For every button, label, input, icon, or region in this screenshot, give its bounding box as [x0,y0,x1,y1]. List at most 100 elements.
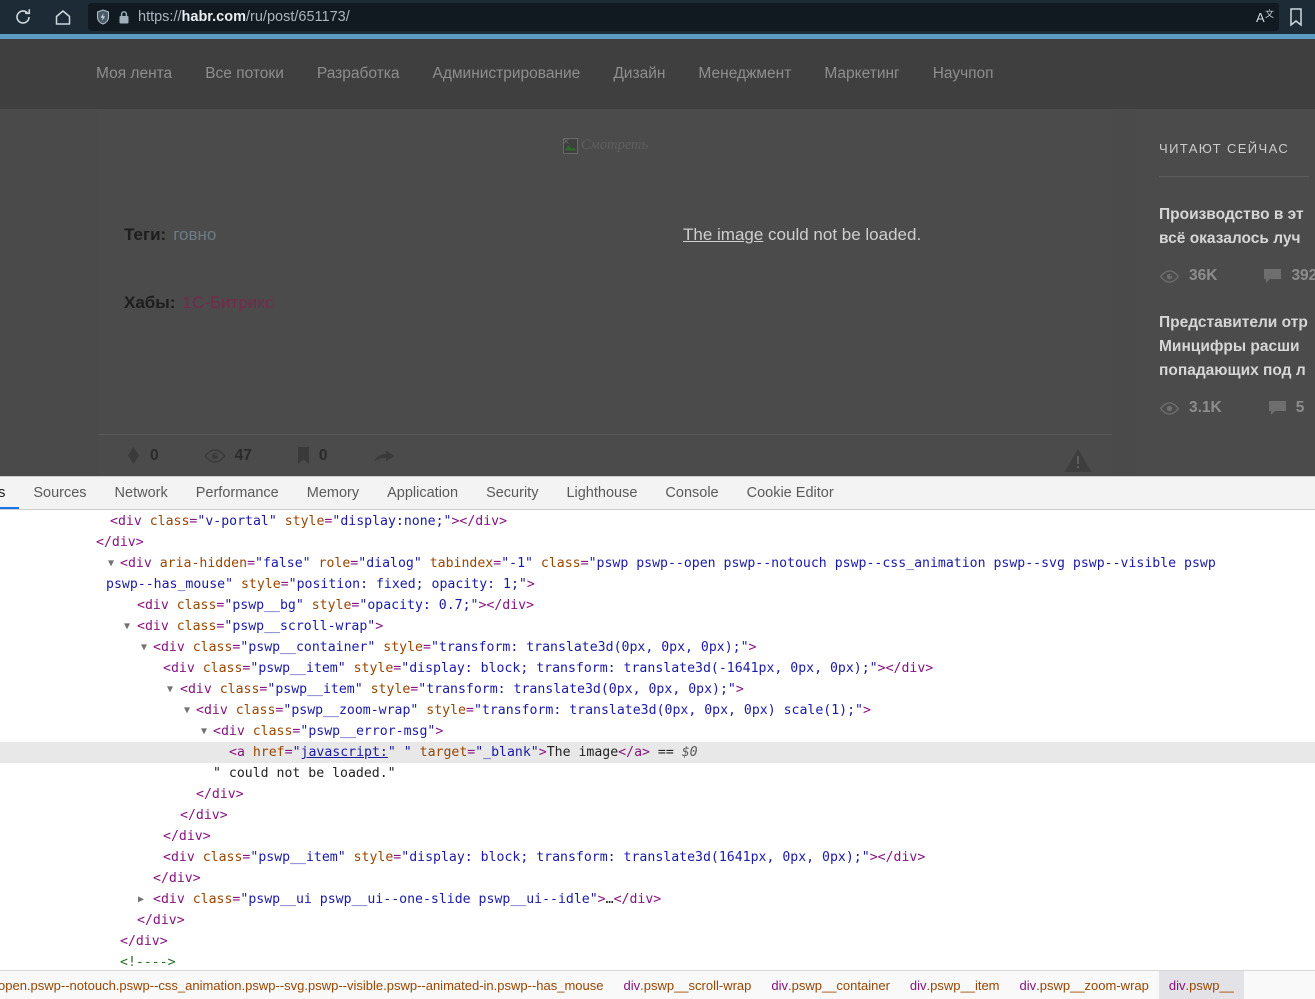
lock-icon[interactable] [118,10,130,25]
dom-node[interactable]: ▼ <div aria-hidden="false" role="dialog" … [0,553,1315,574]
devtools-tab-sources[interactable]: Sources [19,477,100,509]
site-nav-item-2[interactable]: Разработка [317,65,400,83]
sidebar-article-0[interactable]: Производство в эт всё оказалось луч 36K 3… [1159,203,1315,285]
chevron-right-icon[interactable]: ▶ [138,889,144,910]
dom-token-pun: > [135,535,144,550]
bookmark-stat[interactable]: 0 [297,447,328,465]
home-icon[interactable] [46,2,80,32]
dom-node[interactable]: </div> [0,784,1315,805]
dom-token-pun: < [180,682,188,697]
report-warning-button[interactable] [1063,447,1093,476]
sidebar-article-1[interactable]: Представители отр Минцифры расши попадающи… [1159,311,1315,417]
site-nav-item-6[interactable]: Маркетинг [824,65,899,83]
site-nav-item-0[interactable]: Моя лента [96,65,172,83]
site-nav-item-4[interactable]: Дизайн [613,65,665,83]
dom-token-pun: </ [137,913,153,928]
dom-node[interactable]: <div class="pswp__item" style="display: … [0,658,1315,679]
breadcrumb-item[interactable]: open.pswp--notouch.pswp--css_animation.p… [0,971,613,999]
dom-node-content: <div class="pswp__bg" style="opacity: 0.… [0,598,534,613]
sidebar-views-0[interactable]: 36K [1159,267,1217,285]
share-stat[interactable] [373,448,395,464]
devtools-tab-console[interactable]: Console [651,477,732,509]
dom-token-tag: div [144,598,169,613]
dom-token-pun: </ [163,829,179,844]
rating-stat[interactable]: 0 [126,447,159,465]
devtools-tab-security[interactable]: Security [472,477,552,509]
dom-node-content: <div class="pswp__error-msg"> [0,724,443,739]
chevron-down-icon[interactable]: ▼ [141,637,147,658]
bookmark-icon[interactable] [1281,0,1311,34]
dom-node[interactable]: " could not be loaded." [0,763,1315,784]
views-stat[interactable]: 47 [204,447,252,465]
tags-value[interactable]: говно [173,225,216,244]
dom-node[interactable]: <!----> [0,952,1315,970]
devtools-tab-memory[interactable]: Memory [293,477,373,509]
dom-token-val: "false" [255,556,311,571]
dom-node[interactable]: <div class="v-portal" style="display:non… [0,511,1315,532]
dom-node[interactable]: ▼ <div class="pswp__scroll-wrap"> [0,616,1315,637]
broken-image-placeholder[interactable]: Смотреть [562,137,648,154]
dom-token-pun: = [284,745,293,760]
sidebar-views-1[interactable]: 3.1K [1159,399,1222,417]
dom-node[interactable]: </div> [0,868,1315,889]
site-nav-item-1[interactable]: Все потоки [205,65,284,83]
breadcrumb-item[interactable]: div .pswp__scroll-wrap [613,971,761,999]
devtools-tab-application[interactable]: Application [373,477,472,509]
dom-token-txt: The image [546,745,619,760]
chevron-down-icon[interactable]: ▼ [124,616,130,637]
dom-node[interactable]: </div> [0,805,1315,826]
dom-token-val: "pswp__error-msg" [300,724,436,739]
dom-node[interactable]: ▶ <div class="pswp__ui pswp__ui--one-slid… [0,889,1315,910]
sidebar-comments-0[interactable]: 392 [1263,267,1315,285]
dom-node[interactable]: <div class="pswp__bg" style="opacity: 0.… [0,595,1315,616]
dom-node[interactable]: </div> [0,826,1315,847]
site-nav-item-7[interactable]: Научпоп [933,65,994,83]
chevron-down-icon[interactable]: ▼ [201,721,207,742]
devtools-tab-cookie-editor[interactable]: Cookie Editor [733,477,848,509]
site-nav-item-5[interactable]: Менеджмент [698,65,791,83]
devtools-tab-network[interactable]: Network [101,477,182,509]
shield-icon[interactable] [96,9,110,25]
dom-token-lnk[interactable]: javascript: [301,745,388,760]
dom-node[interactable]: ▼ <div class="pswp__zoom-wrap" style="tra… [0,700,1315,721]
dom-node-content: </div> [0,808,228,823]
dom-node[interactable]: <div class="pswp__item" style="display: … [0,847,1315,868]
bookmark-icon [297,447,309,464]
dom-node[interactable]: pswp--has_mouse" style="position: fixed;… [0,574,1315,595]
chevron-down-icon[interactable]: ▼ [167,679,173,700]
dom-node-content: </div> [0,787,244,802]
chevron-down-icon[interactable]: ▼ [108,553,114,574]
dom-token-pun: > [435,724,444,739]
dom-token-attr: href [244,745,285,760]
breadcrumb-classes: .pswp__item [926,977,1000,993]
dom-node-selected[interactable]: <a href="javascript:" " target="_blank">… [0,742,1315,763]
breadcrumb-item[interactable]: div .pswp__container [761,971,900,999]
sidebar-comments-1[interactable]: 5 + [1268,399,1315,417]
devtools-breadcrumb-bar: open.pswp--notouch.pswp--css_animation.p… [0,970,1315,999]
hubs-value[interactable]: 1С-Битрикс [182,293,273,312]
dom-node[interactable]: ▼ <div class="pswp__error-msg"> [0,721,1315,742]
devtools-tab-performance[interactable]: Performance [182,477,293,509]
url-bar[interactable]: https://habr.com/ru/post/651173/ [88,3,1279,31]
translate-icon[interactable]: A 文 [1251,0,1281,34]
devtools-tab-nts[interactable]: nts [0,477,20,509]
devtools-dom-tree[interactable]: <div class="v-portal" style="display:non… [0,510,1315,970]
dom-token-attr: class [532,556,581,571]
dom-token-sel0: $0 [681,745,698,760]
reload-icon[interactable] [6,2,40,32]
dom-node[interactable]: </div> [0,532,1315,553]
dom-node[interactable]: </div> [0,931,1315,952]
dom-token-pun: > [597,892,606,907]
site-nav-item-3[interactable]: Администрирование [433,65,581,83]
dom-node[interactable]: ▼ <div class="pswp__container" style="tra… [0,637,1315,658]
breadcrumb-item[interactable]: div .pswp__ [1158,971,1244,999]
image-error-link[interactable]: The image [683,225,763,244]
breadcrumb-item[interactable]: div .pswp__zoom-wrap [1010,971,1159,999]
dom-node[interactable]: </div> [0,910,1315,931]
dom-token-val: "pswp__bg" [224,598,304,613]
dom-node[interactable]: ▼ <div class="pswp__item" style="transfor… [0,679,1315,700]
devtools-tab-lighthouse[interactable]: Lighthouse [552,477,651,509]
chevron-down-icon[interactable]: ▼ [184,700,190,721]
dom-token-attr: style [233,577,281,592]
breadcrumb-item[interactable]: div .pswp__item [900,971,1010,999]
